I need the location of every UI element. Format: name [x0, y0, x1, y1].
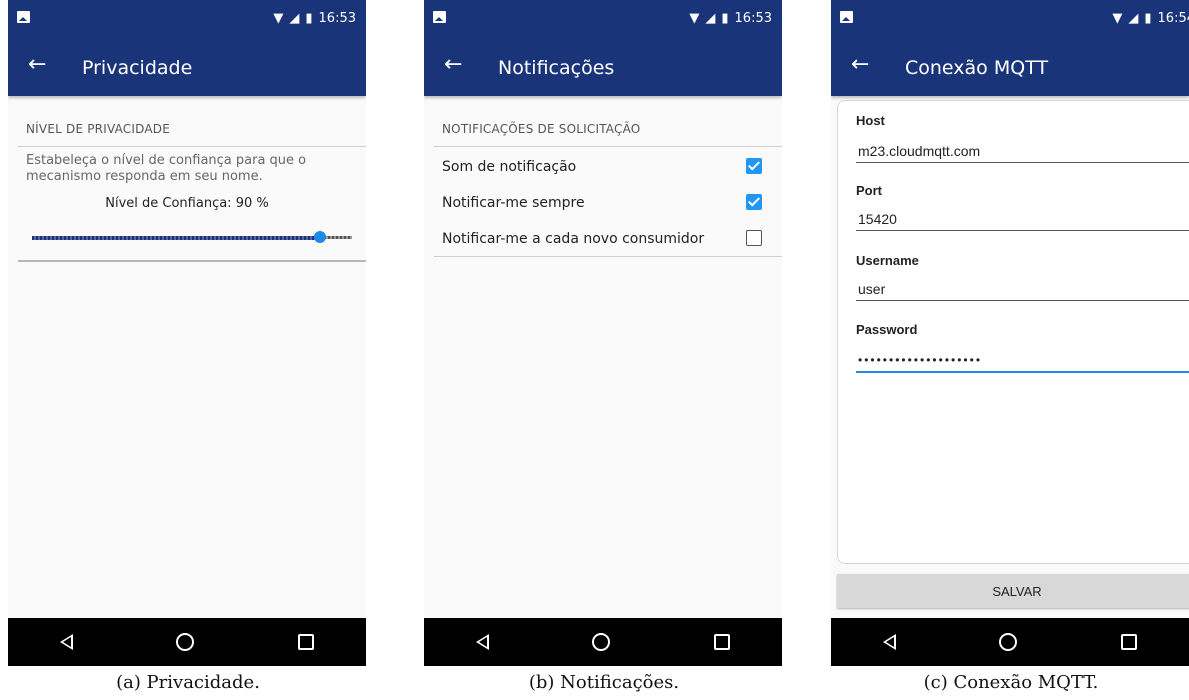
preference-divider: [18, 260, 366, 262]
notification-sound-checkbox[interactable]: [746, 158, 762, 174]
app-toolbar: ← Notificações: [424, 40, 782, 96]
host-label: Host: [856, 113, 885, 128]
navigation-bar: [8, 618, 366, 666]
page-title: Notificações: [498, 57, 615, 79]
status-bar: ▼ ◢ ▮ 16:54: [831, 0, 1189, 40]
category-divider: [434, 146, 782, 147]
host-input[interactable]: [856, 139, 1189, 163]
notify-new-consumer-checkbox[interactable]: [746, 230, 762, 246]
port-label: Port: [856, 183, 882, 198]
status-time: 16:54: [1157, 11, 1189, 26]
status-bar: ▼ ◢ ▮ 16:53: [424, 0, 782, 40]
page-title: Privacidade: [82, 57, 193, 79]
slider-thumb[interactable]: [314, 231, 326, 243]
preference-category-title: NÍVEL DE PRIVACIDADE: [26, 122, 170, 136]
signal-icon: ◢: [705, 11, 716, 26]
confidence-level-label: Nível de Confiança: 90 %: [105, 196, 269, 211]
image-notification-icon: [17, 11, 30, 23]
pref-row-notification-sound[interactable]: Som de notificação: [442, 156, 762, 180]
nav-recents-icon[interactable]: [714, 634, 731, 650]
signal-icon: ◢: [289, 11, 300, 26]
nav-recents-icon[interactable]: [1121, 634, 1138, 650]
preference-category-title: NOTIFICAÇÕES DE SOLICITAÇÃO: [442, 122, 641, 136]
image-notification-icon: [433, 11, 446, 23]
slider-fill: [32, 235, 320, 240]
image-notification-icon: [840, 11, 853, 23]
nav-back-icon[interactable]: [882, 634, 896, 650]
caption-mqtt: (c) Conexão MQTT.: [923, 672, 1099, 693]
nav-back-icon[interactable]: [475, 634, 489, 650]
app-toolbar: ← Conexão MQTT: [831, 40, 1189, 96]
pref-label: Notificar-me sempre: [442, 195, 585, 211]
phone-screen-privacy: ▼ ◢ ▮ 16:53 ← Privacidade NÍVEL DE PRIVA…: [8, 0, 366, 666]
status-time: 16:53: [318, 11, 356, 26]
port-input[interactable]: [856, 207, 1189, 231]
wifi-icon: ▼: [1112, 11, 1123, 26]
username-input[interactable]: [856, 277, 1189, 301]
nav-home-icon[interactable]: [176, 633, 195, 651]
password-label: Password: [856, 322, 918, 337]
preference-description: Estabeleça o nível de confiança para que…: [26, 153, 307, 184]
save-button[interactable]: SALVAR: [837, 574, 1189, 608]
pref-row-notify-new-consumer[interactable]: Notificar-me a cada novo consumidor: [442, 228, 762, 252]
nav-home-icon[interactable]: [592, 633, 611, 651]
page-title: Conexão MQTT: [905, 57, 1049, 79]
pref-row-notify-always[interactable]: Notificar-me sempre: [442, 192, 762, 216]
pref-label: Notificar-me a cada novo consumidor: [442, 231, 705, 247]
confidence-slider[interactable]: [32, 231, 352, 243]
nav-back-icon[interactable]: [59, 634, 73, 650]
nav-home-icon[interactable]: [999, 633, 1018, 651]
preference-divider: [434, 256, 782, 257]
caption-notifications: (b) Notificações.: [528, 672, 680, 693]
battery-icon: ▮: [305, 11, 313, 26]
signal-icon: ◢: [1128, 11, 1139, 26]
username-label: Username: [856, 253, 919, 268]
battery-icon: ▮: [1144, 11, 1152, 26]
back-arrow-icon[interactable]: ←: [28, 52, 46, 77]
navigation-bar: [424, 618, 782, 666]
connection-form-card: Host Port Username Password: [837, 100, 1189, 564]
navigation-bar: [831, 618, 1189, 666]
status-time: 16:53: [734, 11, 772, 26]
category-divider: [18, 146, 366, 147]
pref-label: Som de notificação: [442, 159, 577, 175]
wifi-icon: ▼: [273, 11, 284, 26]
phone-screen-notifications: ▼ ◢ ▮ 16:53 ← Notificações NOTIFICAÇÕES …: [424, 0, 782, 666]
phone-screen-mqtt: ▼ ◢ ▮ 16:54 ← Conexão MQTT Host Port Use…: [831, 0, 1189, 666]
battery-icon: ▮: [721, 11, 729, 26]
status-bar: ▼ ◢ ▮ 16:53: [8, 0, 366, 40]
nav-recents-icon[interactable]: [298, 634, 315, 650]
app-toolbar: ← Privacidade: [8, 40, 366, 96]
caption-privacy: (a) Privacidade.: [116, 672, 260, 693]
notify-always-checkbox[interactable]: [746, 194, 762, 210]
wifi-icon: ▼: [689, 11, 700, 26]
back-arrow-icon[interactable]: ←: [444, 52, 462, 77]
password-input[interactable]: [856, 349, 1189, 373]
back-arrow-icon[interactable]: ←: [851, 52, 869, 77]
